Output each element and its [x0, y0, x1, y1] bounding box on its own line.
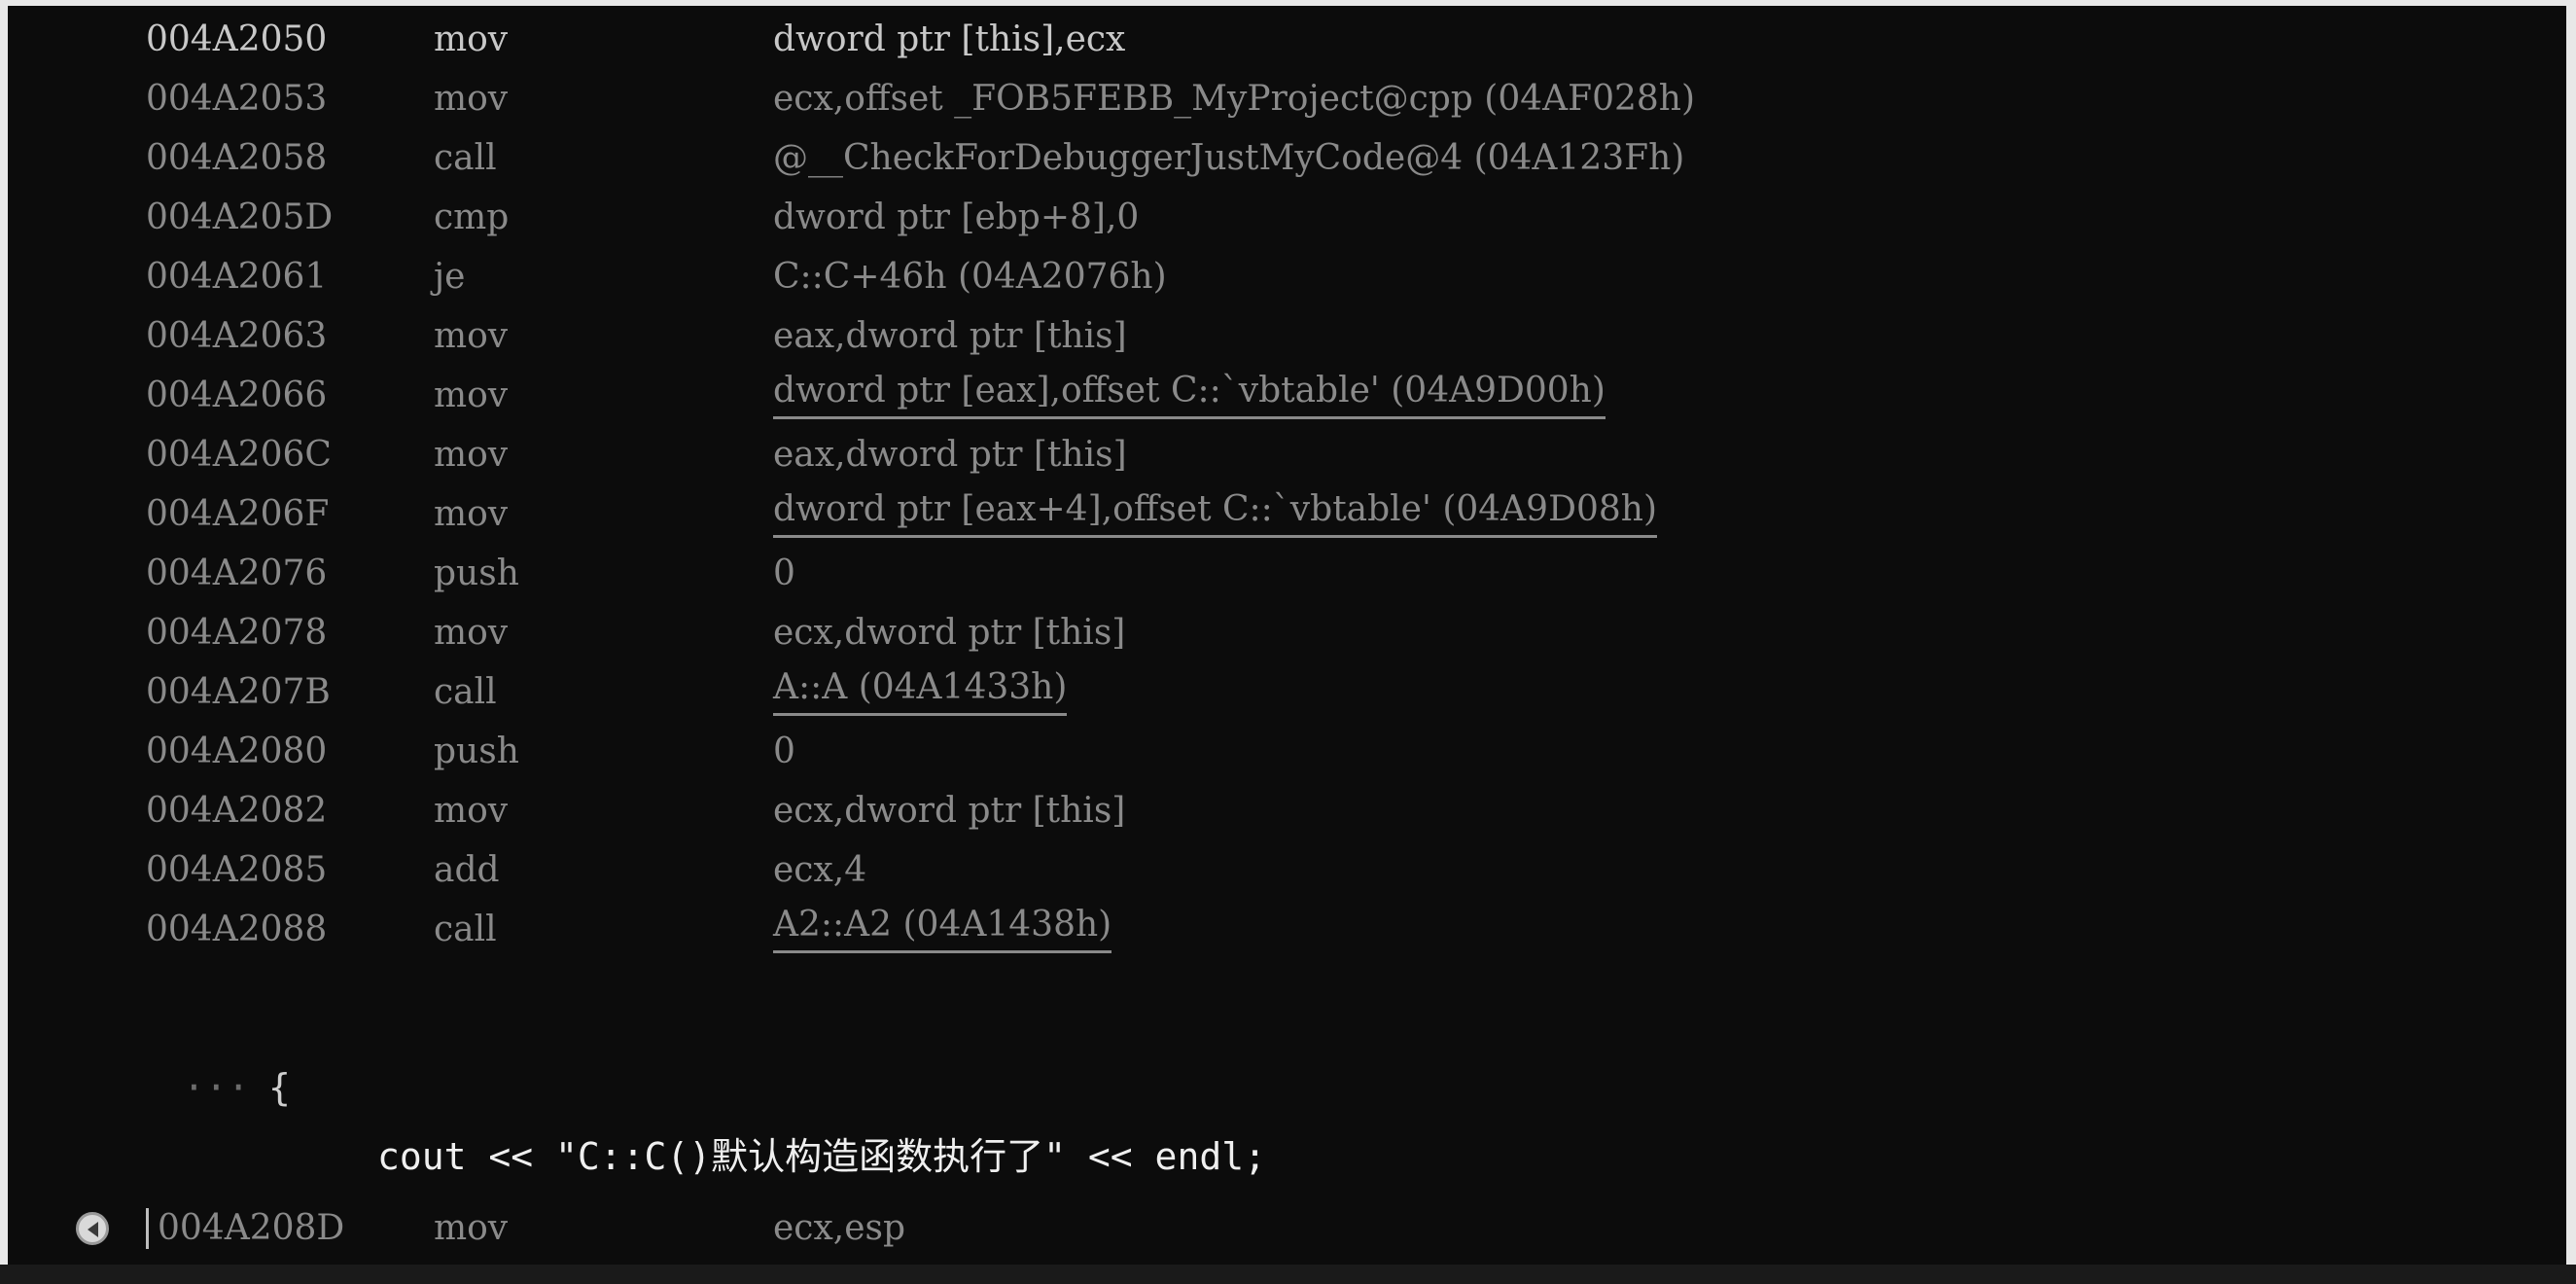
instruction-operands: ecx,4: [773, 850, 867, 890]
instruction-operands: @__CheckForDebuggerJustMyCode@4 (04A123F…: [773, 138, 1685, 178]
instruction-operands: dword ptr [ebp+8],0: [773, 197, 1140, 237]
text-cursor: [146, 1208, 149, 1249]
instruction-address: 004A206C: [146, 435, 332, 475]
instruction-address: 004A2058: [146, 138, 328, 178]
current-instruction-arrow-icon: [76, 1212, 109, 1245]
instruction-operands: dword ptr [this],ecx: [773, 19, 1126, 59]
instruction-row[interactable]: 004A2088 call A2::A2 (04A1438h): [0, 900, 2576, 959]
instruction-row[interactable]: 004A2058 call @__CheckForDebuggerJustMyCod…: [0, 128, 2576, 188]
disassembly-listing: 004A2050 mov dword ptr [this],ecx 004A2053 m…: [0, 10, 2576, 959]
instruction-address: 004A2078: [146, 613, 328, 653]
instruction-address: 004A206F: [146, 494, 330, 534]
instruction-row[interactable]: 004A2066 mov dword ptr [eax],offset C::`vb…: [0, 366, 2576, 425]
instruction-mnemonic: mov: [434, 316, 509, 356]
instruction-address: 004A207B: [146, 672, 331, 712]
instruction-mnemonic: mov: [434, 375, 509, 415]
instruction-address: 004A2082: [146, 791, 328, 831]
instruction-row[interactable]: 004A2050 mov dword ptr [this],ecx: [0, 10, 2576, 69]
instruction-row[interactable]: 004A206F mov dword ptr [eax+4],offset C::`…: [0, 484, 2576, 544]
instruction-mnemonic: call: [434, 910, 497, 949]
instruction-address: 004A2061: [146, 257, 328, 297]
instruction-operands: eax,dword ptr [this]: [773, 435, 1127, 475]
instruction-mnemonic: je: [434, 257, 466, 297]
instruction-mnemonic: mov: [434, 1208, 509, 1248]
line-dots: ···: [183, 1066, 250, 1109]
instruction-operands: 0: [773, 553, 795, 593]
instruction-mnemonic: cmp: [434, 197, 510, 237]
instruction-mnemonic: mov: [434, 435, 509, 475]
open-brace: {: [268, 1066, 291, 1109]
instruction-address: 004A205D: [146, 197, 334, 237]
source-code-line[interactable]: cout << "C::C()默认构造函数执行了" << endl;: [0, 1126, 2576, 1187]
instruction-row[interactable]: 004A205D cmp dword ptr [ebp+8],0: [0, 188, 2576, 247]
instruction-mnemonic: mov: [434, 494, 509, 534]
instruction-operands: 0: [773, 731, 795, 771]
symbol-link[interactable]: A::A (04A1433h): [773, 662, 1068, 716]
instruction-mnemonic: push: [434, 553, 519, 593]
instruction-mnemonic: push: [434, 731, 519, 771]
instruction-mnemonic: mov: [434, 19, 509, 59]
symbol-link[interactable]: A2::A2 (04A1438h): [773, 900, 1112, 953]
instruction-row[interactable]: 004A206C mov eax,dword ptr [this]: [0, 425, 2576, 484]
instruction-mnemonic: add: [434, 850, 500, 890]
instruction-row[interactable]: 004A2063 mov eax,dword ptr [this]: [0, 306, 2576, 366]
instruction-mnemonic: call: [434, 672, 497, 712]
instruction-address: 004A2053: [146, 79, 328, 119]
instruction-address: 004A2066: [146, 375, 328, 415]
instruction-row[interactable]: 004A2082 mov ecx,dword ptr [this]: [0, 781, 2576, 840]
instruction-mnemonic: mov: [434, 613, 509, 653]
instruction-address: 004A2050: [146, 19, 328, 59]
bottom-clipped-row: [0, 1265, 2576, 1284]
instruction-address: 004A2085: [146, 850, 328, 890]
instruction-address: 004A2080: [146, 731, 328, 771]
instruction-operands: eax,dword ptr [this]: [773, 316, 1127, 356]
instruction-row[interactable]: 004A2080 push 0: [0, 722, 2576, 781]
disassembly-window: 004A2050 mov dword ptr [this],ecx 004A2053 m…: [0, 0, 2576, 1284]
instruction-operands: ecx,esp: [773, 1208, 906, 1248]
instruction-operands: ecx,offset _FOB5FEBB_MyProject@cpp (04AF…: [773, 79, 1696, 119]
instruction-row[interactable]: 004A2061 je C::C+46h (04A2076h): [0, 247, 2576, 306]
current-instruction-row[interactable]: 004A208D mov ecx,esp: [0, 1198, 2576, 1259]
instruction-row[interactable]: 004A2078 mov ecx,dword ptr [this]: [0, 603, 2576, 662]
instruction-row[interactable]: 004A2085 add ecx,4: [0, 840, 2576, 900]
source-code-text: cout << "C::C()默认构造函数执行了" << endl;: [377, 1135, 1266, 1178]
instruction-address: 004A2063: [146, 316, 328, 356]
symbol-link[interactable]: dword ptr [eax+4],offset C::`vbtable' (0…: [773, 484, 1657, 538]
instruction-mnemonic: call: [434, 138, 497, 178]
instruction-operands: C::C+46h (04A2076h): [773, 257, 1167, 297]
instruction-mnemonic: mov: [434, 791, 509, 831]
instruction-row[interactable]: 004A2076 push 0: [0, 544, 2576, 603]
instruction-row[interactable]: 004A2053 mov ecx,offset _FOB5FEBB_MyProjec…: [0, 69, 2576, 128]
instruction-operands: ecx,dword ptr [this]: [773, 613, 1126, 653]
instruction-address: 004A208D: [158, 1208, 345, 1248]
instruction-operands: ecx,dword ptr [this]: [773, 791, 1126, 831]
instruction-row[interactable]: 004A207B call A::A (04A1433h): [0, 662, 2576, 722]
source-brace-line[interactable]: ··· {: [0, 1060, 2576, 1115]
symbol-link[interactable]: dword ptr [eax],offset C::`vbtable' (04A…: [773, 366, 1606, 419]
instruction-address: 004A2076: [146, 553, 328, 593]
instruction-address: 004A2088: [146, 910, 328, 949]
instruction-mnemonic: mov: [434, 79, 509, 119]
